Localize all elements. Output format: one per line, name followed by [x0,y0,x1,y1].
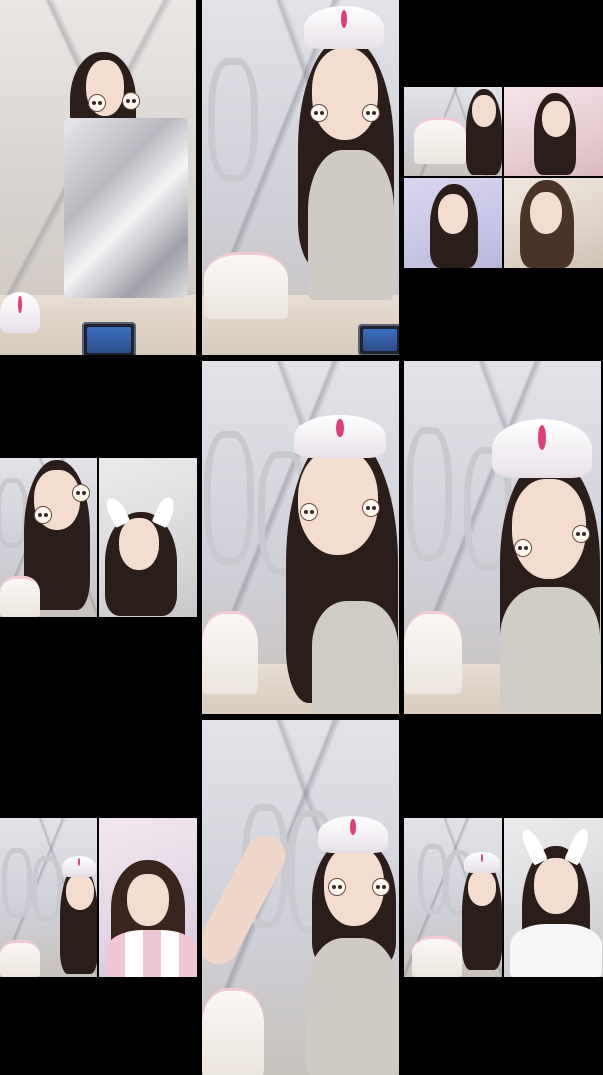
video-tile-quad-1[interactable] [404,87,502,176]
person-top-white [510,924,602,977]
number-balloon [204,431,254,565]
person-face [119,518,159,570]
bear-face-sticker-icon [514,539,532,557]
video-tile-duo-right[interactable] [99,458,197,617]
bear-face-sticker-icon [88,94,106,112]
number-balloon [2,848,32,918]
bear-face-sticker-icon [372,878,390,896]
video-tile-foil-gift[interactable] [0,0,196,355]
birthday-cake [0,940,40,977]
person-top-patterned [500,587,600,713]
person-face [127,874,169,926]
video-tile-tiara-looking-down[interactable] [404,361,601,714]
video-tile-waving-cake[interactable] [202,0,399,355]
person-top-patterned [306,938,399,1075]
birthday-cake [414,117,466,164]
video-tile-duo-right[interactable] [99,818,197,977]
birthday-cake [412,936,462,977]
bear-face-sticker-icon [572,525,590,543]
bear-face-sticker-icon [122,92,140,110]
bear-face-sticker-icon [328,878,346,896]
bear-face-sticker-icon [34,506,52,524]
video-tile-heart-hands[interactable] [202,361,399,714]
bear-face-sticker-icon [300,503,318,521]
video-tile-duo-left[interactable] [404,818,502,977]
video-tile-quad-2[interactable] [504,87,603,176]
tiara-on-desk [0,292,40,333]
tiara-icon [318,816,388,853]
number-balloon [406,427,452,561]
laptop-on-desk [358,324,399,355]
tiara-icon [304,6,384,49]
stream-cell-1[interactable] [0,0,196,355]
stream-cell-8[interactable] [202,720,399,1075]
person-face [534,858,578,914]
stream-grid [0,0,603,1075]
video-tile-quad-4[interactable] [504,178,603,268]
stream-cell-7[interactable] [0,818,197,977]
bear-face-sticker-icon [72,484,90,502]
tiara-icon [492,419,592,478]
person-top-patterned [312,601,398,713]
bear-face-sticker-icon [310,104,328,122]
foil-gift-bag [64,118,188,298]
stream-cell-5[interactable] [202,361,399,714]
video-tile-duo-left[interactable] [0,458,97,617]
phone-on-desk [82,322,136,355]
video-tile-duo-left[interactable] [0,818,97,977]
video-tile-quad-3[interactable] [404,178,502,268]
stream-cell-4[interactable] [0,458,197,617]
video-tile-arm-raised[interactable] [202,720,399,1075]
stream-cell-3[interactable] [404,87,603,268]
person-face [66,874,94,910]
person-top-patterned [308,150,394,300]
person-face [468,870,496,906]
birthday-cake [204,252,288,319]
birthday-cake [0,576,40,617]
person-face [472,95,496,127]
stream-cell-9[interactable] [404,818,603,977]
person-top-striped [107,930,197,977]
tiara-icon [294,415,386,458]
tiara-icon [62,856,96,877]
person-face [312,48,378,140]
tiara-icon [464,852,500,873]
birthday-cake [202,611,258,694]
stream-cell-6[interactable] [404,361,601,714]
number-balloon [32,856,62,922]
stream-cell-2[interactable] [202,0,399,355]
number-balloon [208,58,258,182]
bear-face-sticker-icon [362,104,380,122]
person-face [530,192,562,234]
birthday-cake [404,611,462,694]
bear-face-sticker-icon [362,499,380,517]
person-face [438,194,468,234]
birthday-cake [202,988,264,1075]
video-tile-duo-right[interactable] [504,818,603,977]
person-face [542,101,570,137]
